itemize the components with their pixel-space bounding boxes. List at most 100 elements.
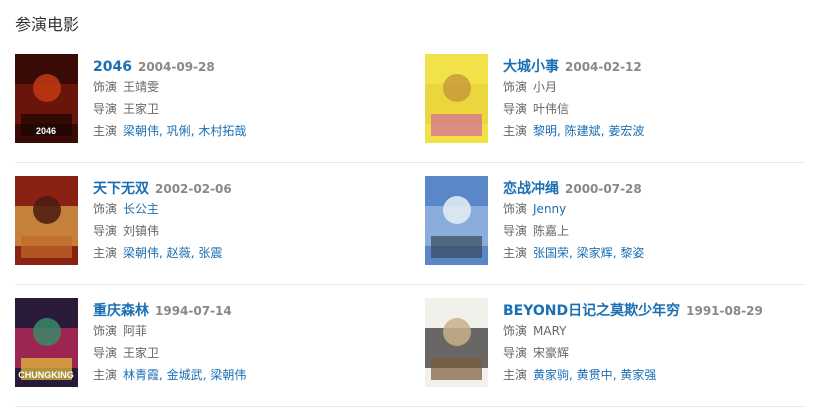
director-value: 王家卫 bbox=[123, 346, 160, 360]
movie-poster[interactable]: 2046 bbox=[15, 54, 78, 143]
starring-line: 主演 梁朝伟, 赵薇, 张震 bbox=[93, 242, 393, 264]
starring-line: 主演 梁朝伟, 巩俐, 木村拓哉 bbox=[93, 120, 393, 142]
actor-separator: , bbox=[159, 124, 167, 138]
release-date: 2004-02-12 bbox=[565, 60, 642, 74]
actor-link[interactable]: 黎姿 bbox=[620, 246, 644, 260]
movie-title-link[interactable]: 恋战冲绳 bbox=[503, 181, 559, 197]
actor-link[interactable]: 梁家辉 bbox=[577, 246, 613, 260]
role-value: 阿菲 bbox=[123, 324, 148, 338]
actor-separator: , bbox=[569, 246, 577, 260]
starring-label: 主演 bbox=[93, 124, 118, 138]
starring-label: 主演 bbox=[93, 246, 118, 260]
poster-image: CHUNGKING bbox=[15, 298, 78, 387]
starring-line: 主演 黄家驹, 黄贯中, 黄家强 bbox=[503, 364, 803, 386]
actor-separator: , bbox=[159, 246, 167, 260]
starring-label: 主演 bbox=[503, 246, 528, 260]
director-label: 导演 bbox=[503, 102, 528, 116]
movie-card: CHUNGKING 重庆森林 1994-07-14 饰演 阿菲 导演 王家卫 主演 林青… bbox=[15, 298, 395, 388]
director-line: 导演 叶伟信 bbox=[503, 98, 803, 120]
poster-image: 2046 bbox=[15, 54, 78, 143]
movie-grid: 2046 2046 2004-09-28 饰演 王靖雯 导演 王家卫 主演 梁朝伟, 巩… bbox=[15, 41, 805, 407]
movie-row: 2046 2046 2004-09-28 饰演 王靖雯 导演 王家卫 主演 梁朝伟, 巩… bbox=[15, 41, 805, 163]
actor-link[interactable]: 黄贯中 bbox=[577, 368, 613, 382]
role-value: 小月 bbox=[533, 80, 558, 94]
actor-link[interactable]: 梁朝伟 bbox=[123, 246, 159, 260]
starring-list: 张国荣, 梁家辉, 黎姿 bbox=[533, 246, 644, 260]
section-title: 参演电影 bbox=[15, 15, 80, 34]
svg-text:2046: 2046 bbox=[36, 126, 56, 136]
role-label: 饰演 bbox=[93, 202, 118, 216]
actor-link[interactable]: 黎明 bbox=[533, 124, 557, 138]
actor-link[interactable]: 张震 bbox=[198, 246, 222, 260]
starring-list: 黎明, 陈建斌, 姜宏波 bbox=[533, 124, 644, 138]
role-label: 饰演 bbox=[503, 202, 528, 216]
poster-image bbox=[425, 176, 488, 265]
movie-title-link[interactable]: 天下无双 bbox=[93, 181, 149, 197]
movie-card: 2046 2046 2004-09-28 饰演 王靖雯 导演 王家卫 主演 梁朝伟, 巩… bbox=[15, 54, 395, 144]
actor-link[interactable]: 梁朝伟 bbox=[210, 368, 246, 382]
director-value: 刘镇伟 bbox=[123, 224, 160, 238]
starring-line: 主演 黎明, 陈建斌, 姜宏波 bbox=[503, 120, 803, 142]
role-line: 饰演 Jenny bbox=[503, 198, 803, 220]
movie-info: 2046 2004-09-28 饰演 王靖雯 导演 王家卫 主演 梁朝伟, 巩俐, 木村… bbox=[93, 56, 393, 142]
release-date: 1991-08-29 bbox=[686, 304, 763, 318]
movie-card: 天下无双 2002-02-06 饰演 长公主 导演 刘镇伟 主演 梁朝伟, 赵薇, 张震 bbox=[15, 176, 395, 266]
poster-image bbox=[425, 298, 488, 387]
actor-link[interactable]: 张国荣 bbox=[533, 246, 569, 260]
role-value: 王靖雯 bbox=[123, 80, 160, 94]
release-date: 2002-02-06 bbox=[155, 182, 232, 196]
movie-poster[interactable] bbox=[425, 176, 488, 265]
actor-link[interactable]: 巩俐 bbox=[167, 124, 191, 138]
director-value: 陈嘉上 bbox=[533, 224, 570, 238]
actor-separator: , bbox=[557, 124, 565, 138]
starring-line: 主演 林青霞, 金城武, 梁朝伟 bbox=[93, 364, 393, 386]
svg-text:CHUNGKING: CHUNGKING bbox=[18, 370, 74, 380]
role-line: 饰演 MARY bbox=[503, 320, 803, 342]
movie-poster[interactable] bbox=[15, 176, 78, 265]
movie-title-link[interactable]: BEYOND日记之莫欺少年穷 bbox=[503, 303, 680, 319]
role-value: MARY bbox=[533, 324, 567, 338]
actor-link[interactable]: 赵薇 bbox=[167, 246, 191, 260]
movie-info: 大城小事 2004-02-12 饰演 小月 导演 叶伟信 主演 黎明, 陈建斌, 姜宏波 bbox=[503, 56, 803, 142]
starring-line: 主演 张国荣, 梁家辉, 黎姿 bbox=[503, 242, 803, 264]
starring-list: 林青霞, 金城武, 梁朝伟 bbox=[123, 368, 246, 382]
release-date: 1994-07-14 bbox=[155, 304, 232, 318]
actor-link[interactable]: 木村拓哉 bbox=[198, 124, 246, 138]
director-line: 导演 刘镇伟 bbox=[93, 220, 393, 242]
starring-label: 主演 bbox=[503, 124, 528, 138]
movie-card: BEYOND日记之莫欺少年穷 1991-08-29 饰演 MARY 导演 宋豪辉 主演… bbox=[425, 298, 805, 388]
movie-info: 恋战冲绳 2000-07-28 饰演 Jenny 导演 陈嘉上 主演 张国荣, 梁家辉,… bbox=[503, 178, 803, 264]
director-line: 导演 陈嘉上 bbox=[503, 220, 803, 242]
actor-link[interactable]: 黄家强 bbox=[620, 368, 656, 382]
role-line: 饰演 小月 bbox=[503, 76, 803, 98]
director-label: 导演 bbox=[503, 346, 528, 360]
movie-title-link[interactable]: 大城小事 bbox=[503, 59, 559, 75]
role-line: 饰演 长公主 bbox=[93, 198, 393, 220]
role-line: 饰演 王靖雯 bbox=[93, 76, 393, 98]
movie-card: 大城小事 2004-02-12 饰演 小月 导演 叶伟信 主演 黎明, 陈建斌, 姜宏波 bbox=[425, 54, 805, 144]
starring-label: 主演 bbox=[93, 368, 118, 382]
actor-link[interactable]: 陈建斌 bbox=[565, 124, 601, 138]
movie-title-link[interactable]: 2046 bbox=[93, 59, 132, 75]
actor-link[interactable]: 黄家驹 bbox=[533, 368, 569, 382]
role-label: 饰演 bbox=[93, 80, 118, 94]
movie-poster[interactable] bbox=[425, 54, 488, 143]
director-label: 导演 bbox=[503, 224, 528, 238]
actor-link[interactable]: 姜宏波 bbox=[608, 124, 644, 138]
role-value[interactable]: Jenny bbox=[533, 202, 566, 216]
movie-card: 恋战冲绳 2000-07-28 饰演 Jenny 导演 陈嘉上 主演 张国荣, 梁家辉,… bbox=[425, 176, 805, 266]
movie-poster[interactable] bbox=[425, 298, 488, 387]
poster-image bbox=[15, 176, 78, 265]
actor-separator: , bbox=[159, 368, 167, 382]
movie-title-link[interactable]: 重庆森林 bbox=[93, 303, 149, 319]
movie-poster[interactable]: CHUNGKING bbox=[15, 298, 78, 387]
actor-link[interactable]: 林青霞 bbox=[123, 368, 159, 382]
actor-link[interactable]: 梁朝伟 bbox=[123, 124, 159, 138]
role-value[interactable]: 长公主 bbox=[123, 202, 159, 216]
poster-image bbox=[425, 54, 488, 143]
actor-link[interactable]: 金城武 bbox=[167, 368, 203, 382]
starring-list: 梁朝伟, 赵薇, 张震 bbox=[123, 246, 222, 260]
movie-info: BEYOND日记之莫欺少年穷 1991-08-29 饰演 MARY 导演 宋豪辉 主演… bbox=[503, 300, 803, 386]
director-line: 导演 王家卫 bbox=[93, 342, 393, 364]
movie-row: CHUNGKING 重庆森林 1994-07-14 饰演 阿菲 导演 王家卫 主演 林青… bbox=[15, 285, 805, 407]
